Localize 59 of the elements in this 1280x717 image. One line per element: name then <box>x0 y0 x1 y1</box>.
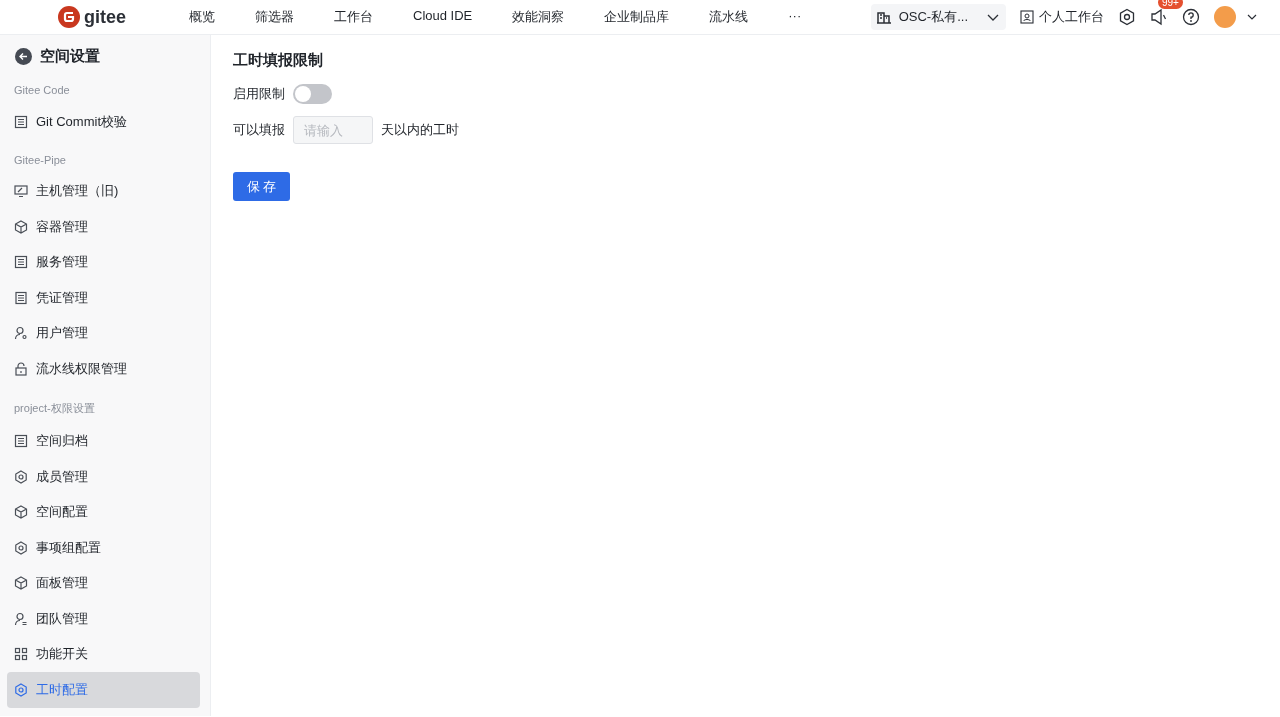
sidebar-item[interactable]: 服务管理 <box>7 244 200 280</box>
sidebar-group-label: project-权限设置 <box>13 400 96 416</box>
lock-icon <box>14 361 28 376</box>
sidebar-item[interactable]: 容器管理 <box>7 209 200 245</box>
back-icon[interactable] <box>15 48 32 65</box>
cube-icon <box>14 576 28 591</box>
list-icon <box>14 114 28 129</box>
sidebar-group-label: Gitee Code <box>13 83 71 98</box>
page-title: 工时填报限制 <box>233 51 324 70</box>
sidebar-item[interactable]: 空间配置 <box>7 494 200 530</box>
days-input-field[interactable]: 请输入 <box>293 116 373 144</box>
cube-icon <box>14 219 28 234</box>
field-suffix: 天以内的工时 <box>381 121 459 139</box>
sidebar-item[interactable]: 主机管理（旧) <box>7 173 200 209</box>
workspace-link[interactable]: 个人工作台 <box>1039 8 1104 26</box>
settings-icon[interactable] <box>1118 8 1136 26</box>
nav-link[interactable]: 概览 <box>189 8 231 26</box>
sidebar-group-label: Gitee-Pipe <box>13 152 67 168</box>
document-icon <box>14 290 28 305</box>
sidebar-title: 空间设置 <box>40 47 100 66</box>
nav-link[interactable]: 筛选器 <box>255 8 310 26</box>
list-icon <box>14 255 28 270</box>
nav-link[interactable]: 企业制品库 <box>604 8 686 26</box>
sidebar-item[interactable]: Git Commit校验 <box>7 104 200 140</box>
grid-icon <box>14 647 28 662</box>
logo-icon <box>58 6 80 28</box>
sidebar-item[interactable]: 功能开关 <box>7 636 200 672</box>
monitor-icon <box>14 184 28 199</box>
nav-link[interactable]: 效能洞察 <box>512 8 581 26</box>
sidebar-item[interactable]: 事项组配置 <box>7 530 200 566</box>
toggle-switch[interactable] <box>293 84 332 104</box>
gear-icon <box>14 469 28 484</box>
sidebar-item[interactable]: 用户管理 <box>7 315 200 351</box>
megaphone-icon[interactable] <box>1150 8 1168 26</box>
sidebar-item[interactable]: 凭证管理 <box>7 280 200 316</box>
list-icon <box>14 434 28 449</box>
sidebar-item[interactable]: 团队管理 <box>7 601 200 637</box>
gear-icon <box>14 682 28 697</box>
field-label: 可以填报 <box>233 121 285 139</box>
sidebar-item[interactable]: 流水线权限管理 <box>7 351 200 387</box>
help-icon[interactable] <box>1182 8 1200 26</box>
save-button[interactable]: 保 存 <box>233 172 290 201</box>
nav-link[interactable]: 流水线 <box>709 8 765 26</box>
building-icon <box>876 10 891 24</box>
user-icon <box>14 326 28 341</box>
team-icon <box>14 611 28 626</box>
nav-link[interactable]: Cloud IDE <box>413 8 489 26</box>
sidebar-item[interactable]: 工时配置 <box>7 672 200 708</box>
switch-label: 启用限制 <box>233 85 285 103</box>
sidebar-item[interactable]: 面板管理 <box>7 565 200 601</box>
nav-link[interactable]: ··· <box>788 8 818 26</box>
portrait-icon <box>1020 10 1034 24</box>
organization-dropdown[interactable]: OSC-私有... <box>870 4 1006 30</box>
gear-icon <box>14 540 28 555</box>
sidebar-item[interactable]: 空间归档 <box>7 423 200 459</box>
logo-text: gitee <box>84 6 126 28</box>
sidebar-item[interactable]: 成员管理 <box>7 459 200 495</box>
nav-link[interactable]: 工作台 <box>334 8 389 26</box>
cube-icon <box>14 505 28 520</box>
